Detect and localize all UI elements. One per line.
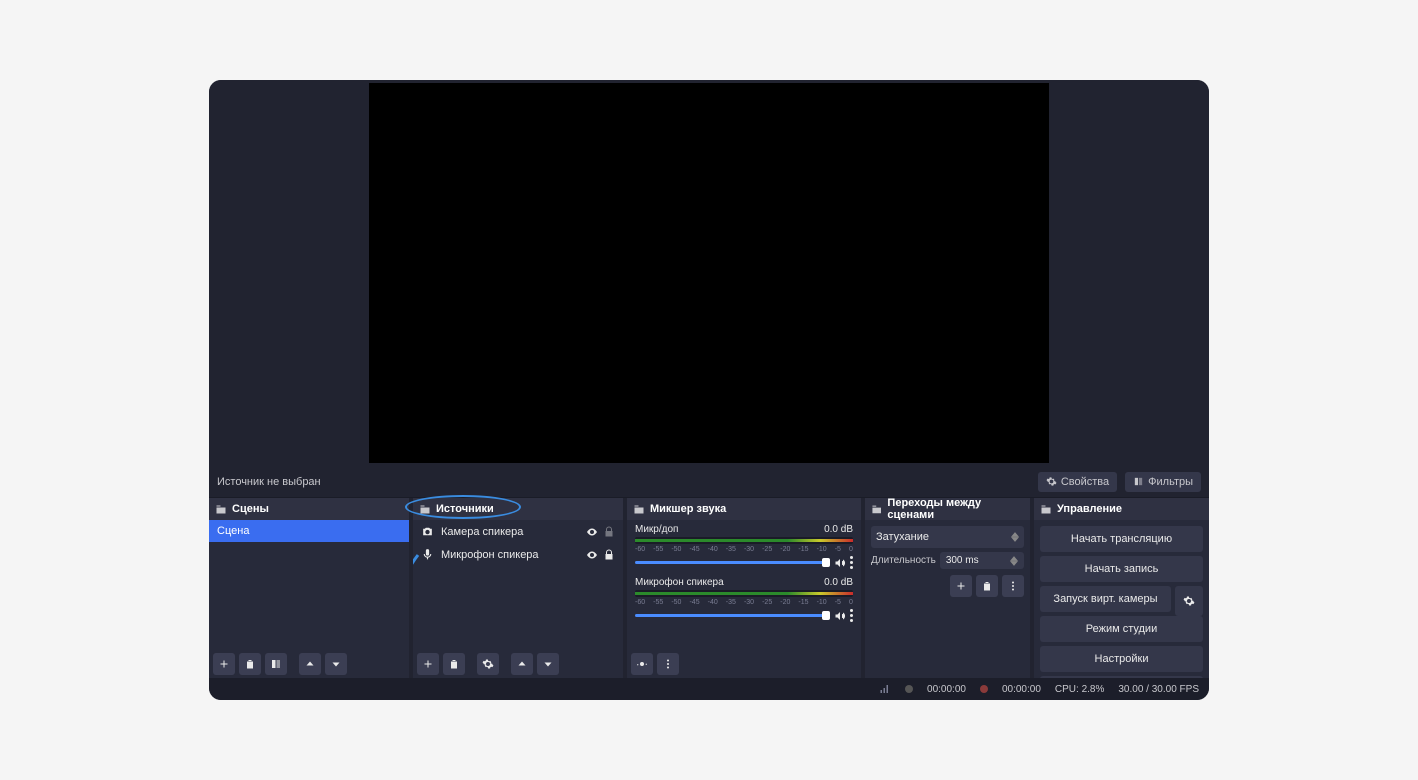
- preview-canvas[interactable]: [369, 83, 1049, 463]
- scenes-panel: Сцены Сцена: [209, 498, 409, 678]
- controls-panel: Управление Начать трансляцию Начать запи…: [1034, 498, 1209, 678]
- transitions-panel: Переходы между сценами Затухание Длитель…: [865, 498, 1030, 678]
- rec-indicator: [980, 685, 988, 693]
- speaker-icon[interactable]: [834, 610, 846, 622]
- dock-icon: [633, 503, 645, 515]
- sources-panel: Источники Камера спикера Микр: [413, 498, 623, 678]
- status-bar: 00:00:00 00:00:00 CPU: 2.8% 30.00 / 30.0…: [209, 678, 1209, 700]
- sources-header[interactable]: Источники: [413, 498, 623, 520]
- live-time: 00:00:00: [927, 684, 966, 695]
- duration-input[interactable]: 300 ms: [940, 552, 1024, 569]
- transition-menu-button[interactable]: [1002, 575, 1024, 597]
- controls-header[interactable]: Управление: [1034, 498, 1209, 520]
- cpu-usage: CPU: 2.8%: [1055, 684, 1104, 695]
- scene-down-button[interactable]: [325, 653, 347, 675]
- volume-slider[interactable]: [635, 561, 830, 564]
- start-recording-button[interactable]: Начать запись: [1040, 556, 1203, 582]
- settings-button[interactable]: Настройки: [1040, 646, 1203, 672]
- mixer-header[interactable]: Микшер звука: [627, 498, 861, 520]
- dock-icon: [215, 503, 227, 515]
- remove-transition-button[interactable]: [976, 575, 998, 597]
- dock-icon: [871, 503, 882, 515]
- transition-select[interactable]: Затухание: [871, 526, 1024, 548]
- mixer-panel: Микшер звука Микр/доп 0.0 dB -60-55-50-4…: [627, 498, 861, 678]
- obs-window: Источник не выбран Свойства Фильтры Сцен…: [209, 80, 1209, 700]
- studio-mode-button[interactable]: Режим студии: [1040, 616, 1203, 642]
- live-indicator: [905, 685, 913, 693]
- source-down-button[interactable]: [537, 653, 559, 675]
- add-source-button[interactable]: [417, 653, 439, 675]
- fps: 30.00 / 30.00 FPS: [1118, 684, 1199, 695]
- mixer-channel-1: Микрофон спикера 0.0 dB -60-55-50-45-40-…: [627, 573, 861, 626]
- no-source-label: Источник не выбран: [217, 476, 321, 488]
- speaker-icon[interactable]: [834, 557, 846, 569]
- scene-item[interactable]: Сцена: [209, 520, 409, 542]
- lock-icon[interactable]: [603, 526, 615, 538]
- scenes-list: Сцена: [209, 520, 409, 650]
- scenes-header[interactable]: Сцены: [209, 498, 409, 520]
- lock-icon[interactable]: [603, 549, 615, 561]
- mixer-menu-button[interactable]: [657, 653, 679, 675]
- volume-slider[interactable]: [635, 614, 830, 617]
- audio-meter: [635, 590, 853, 597]
- meter-scale: -60-55-50-45-40-35-30-25-20-15-10-50: [635, 599, 853, 606]
- start-streaming-button[interactable]: Начать трансляцию: [1040, 526, 1203, 552]
- vcam-settings-button[interactable]: [1175, 586, 1203, 616]
- source-item-camera[interactable]: Камера спикера: [413, 520, 623, 543]
- transitions-body: Затухание Длительность 300 ms: [865, 520, 1030, 678]
- dock-icon: [1040, 503, 1052, 515]
- exit-button[interactable]: Выход: [1040, 676, 1203, 678]
- source-properties-button[interactable]: [477, 653, 499, 675]
- rec-time: 00:00:00: [1002, 684, 1041, 695]
- filters-button[interactable]: Фильтры: [1125, 472, 1201, 492]
- start-vcam-button[interactable]: Запуск вирт. камеры: [1040, 586, 1171, 612]
- properties-button[interactable]: Свойства: [1038, 472, 1117, 492]
- eye-icon[interactable]: [586, 526, 598, 538]
- audio-meter: [635, 537, 853, 544]
- dock-icon: [419, 503, 431, 515]
- channel-menu-button[interactable]: [850, 609, 853, 622]
- scene-up-button[interactable]: [299, 653, 321, 675]
- source-up-button[interactable]: [511, 653, 533, 675]
- remove-source-button[interactable]: [443, 653, 465, 675]
- channel-menu-button[interactable]: [850, 556, 853, 569]
- preview-area: [209, 80, 1209, 466]
- mixer-footer: [627, 650, 861, 678]
- sources-footer: [413, 650, 623, 678]
- camera-icon: [421, 525, 434, 538]
- network-icon: [879, 683, 891, 695]
- add-transition-button[interactable]: [950, 575, 972, 597]
- add-scene-button[interactable]: [213, 653, 235, 675]
- eye-icon[interactable]: [586, 549, 598, 561]
- controls-body: Начать трансляцию Начать запись Запуск в…: [1034, 520, 1209, 678]
- remove-scene-button[interactable]: [239, 653, 261, 675]
- mixer-body: Микр/доп 0.0 dB -60-55-50-45-40-35-30-25…: [627, 520, 861, 650]
- duration-label: Длительность: [871, 555, 936, 566]
- docks-row: Сцены Сцена Источники: [209, 498, 1209, 678]
- mixer-channel-0: Микр/доп 0.0 dB -60-55-50-45-40-35-30-25…: [627, 520, 861, 573]
- transitions-header[interactable]: Переходы между сценами: [865, 498, 1030, 520]
- source-item-mic[interactable]: Микрофон спикера: [413, 543, 623, 566]
- sources-list: Камера спикера Микрофон спикера: [413, 520, 623, 650]
- source-toolbar: Источник не выбран Свойства Фильтры: [209, 466, 1209, 498]
- scenes-footer: [209, 650, 409, 678]
- meter-scale: -60-55-50-45-40-35-30-25-20-15-10-50: [635, 546, 853, 553]
- scene-filter-button[interactable]: [265, 653, 287, 675]
- mic-icon: [421, 548, 434, 561]
- advanced-audio-button[interactable]: [631, 653, 653, 675]
